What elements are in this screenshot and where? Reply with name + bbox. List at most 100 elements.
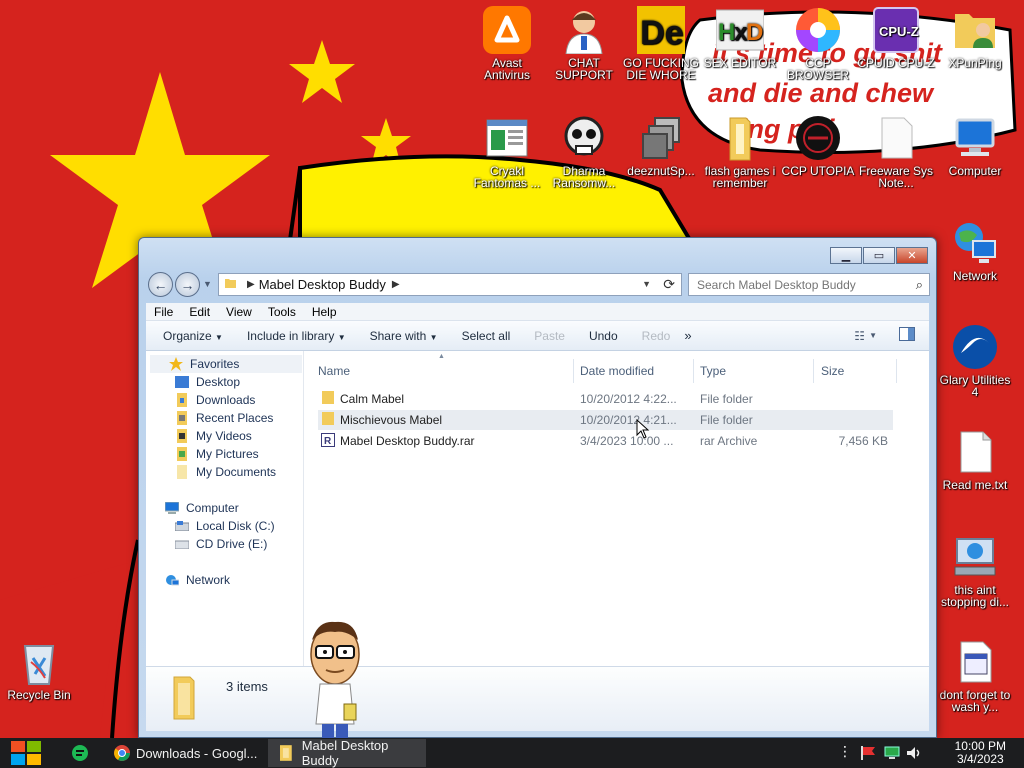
menu-view[interactable]: View [218,305,260,319]
desktop-icon-chat-support[interactable]: CHAT SUPPORT [545,6,623,81]
breadcrumb-mabel-desktop-buddy[interactable]: Mabel Desktop Buddy [259,277,386,292]
nav-desktop[interactable]: Desktop [174,373,240,391]
menu-file[interactable]: File [146,305,181,319]
action-center-flag-icon[interactable] [860,746,876,763]
column-header-type[interactable]: Type [700,359,814,383]
maximize-icon: ▭ [873,250,885,262]
desktop-icon-ccp-browser[interactable]: CCP BROWSER [779,6,857,81]
calendar-doc-icon [951,638,999,686]
column-header-name[interactable]: Name ▲ [318,353,574,383]
refresh-icon[interactable]: ⟳ [663,276,675,293]
menu-edit[interactable]: Edit [181,305,218,319]
search-input[interactable] [697,277,907,292]
search-icon[interactable]: ⌕ [916,277,923,293]
more-commands-button[interactable]: » [675,328,700,343]
skull-icon [560,114,608,162]
menu-tools[interactable]: Tools [260,305,304,319]
select-all-button[interactable]: Select all [453,329,520,343]
undo-button[interactable]: Undo [580,329,627,343]
windows-logo-icon [11,741,41,765]
desktop-icon-dharma[interactable]: Dharma Ransomw... [545,114,623,189]
recent-pages-dropdown[interactable]: ▼ [203,279,212,289]
file-list: Name ▲ Date modified Type Size Calm Mabe… [306,351,929,666]
column-header-date[interactable]: Date modified [580,359,694,383]
nav-cd-drive[interactable]: CD Drive (E:) [174,535,267,553]
desktop-icon-ccp-utopia[interactable]: CCP UTOPIA [779,114,857,177]
address-bar[interactable]: ▶ Mabel Desktop Buddy ▶ ▼ ⟳ [218,273,682,296]
desktop-icon-recycle-bin[interactable]: Recycle Bin [0,638,78,701]
text-file-icon [951,428,999,476]
desktop-icon-hex-editor[interactable]: HxD SEX EDITOR [701,6,779,69]
clock[interactable]: 10:00 PM 3/4/2023 [955,740,1006,766]
desktop-icon-avast[interactable]: Avast Antivirus [468,6,546,81]
desktop-folder-icon [174,375,190,389]
folder-icon [280,745,292,761]
nav-computer[interactable]: Computer [164,499,239,517]
desktop-icon-dont-forget[interactable]: dont forget to wash y... [936,638,1014,713]
file-row-mischievous-mabel[interactable]: Mischievous Mabel 10/20/2012 4:21... Fil… [318,410,893,430]
blank-doc-icon [872,114,920,162]
desktop-icon-flash-games[interactable]: flash games i remember [701,114,779,189]
dark-disc-icon [794,114,842,162]
include-in-library-button[interactable]: Include in library ▼ [238,329,355,343]
menu-bar: File Edit View Tools Help [146,303,929,321]
nav-favorites[interactable]: Favorites [150,355,302,373]
desktop-icon-this-aint[interactable]: this aint stopping di... [936,533,1014,608]
navigation-pane: Favorites Desktop Downloads Recent Place… [146,351,304,666]
nav-downloads[interactable]: Downloads [174,391,255,409]
file-row-mabel-rar[interactable]: R Mabel Desktop Buddy.rar 3/4/2023 10:00… [318,431,893,451]
file-row-calm-mabel[interactable]: Calm Mabel 10/20/2012 4:22... File folde… [318,389,893,409]
nav-recent-places[interactable]: Recent Places [174,409,273,427]
desktop-icon-read-me[interactable]: Read me.txt [936,428,1014,491]
menu-help[interactable]: Help [304,305,345,319]
redo-button[interactable]: Redo [633,329,680,343]
view-dropdown-icon[interactable]: ▼ [869,331,877,340]
computer-small-icon [164,501,180,515]
paste-button[interactable]: Paste [525,329,574,343]
sort-ascending-icon: ▲ [438,353,445,360]
back-arrow-icon: ← [153,276,168,293]
back-button[interactable]: ← [148,272,173,297]
maximize-button[interactable]: ▭ [863,247,895,264]
share-with-button[interactable]: Share with ▼ [361,329,447,343]
spotify-like-taskbar-icon[interactable] [72,745,88,764]
volume-tray-icon[interactable] [906,746,922,763]
search-box[interactable]: ⌕ [688,273,930,296]
desktop-icon-xpunping[interactable]: XPunPing [936,6,1014,69]
nav-network[interactable]: Network [164,571,230,589]
organize-button[interactable]: Organize ▼ [154,329,232,343]
desktop-icon-network[interactable]: Network [936,219,1014,282]
desktop-icon-freeware-sys[interactable]: Freeware Sys Note... [857,114,935,189]
column-header-size[interactable]: Size [821,359,897,383]
desktop-icon-glary[interactable]: Glary Utilities 4 [936,323,1014,398]
taskbar-chrome-downloads[interactable]: Downloads - Googl... [106,739,266,767]
desktop-buddy-character[interactable] [306,620,364,738]
folder-small-icon [225,277,237,292]
close-button[interactable]: ✕ [896,247,928,264]
nav-my-videos[interactable]: My Videos [174,427,252,445]
network-tray-icon[interactable] [884,746,900,763]
taskbar-explorer-mabel[interactable]: Mabel Desktop Buddy [268,738,426,768]
preview-pane-icon[interactable] [899,327,915,344]
start-button[interactable] [10,738,42,768]
nav-local-disk[interactable]: Local Disk (C:) [174,517,275,535]
desktop-icon-cryakl[interactable]: Cryakl Fantomas ... [468,114,546,189]
glary-icon [951,323,999,371]
recent-places-icon [174,411,190,425]
videos-folder-icon [174,429,190,443]
forward-button[interactable]: → [175,272,200,297]
nav-my-pictures[interactable]: My Pictures [174,445,259,463]
desktop-icon-deeznutsp[interactable]: deeznutSp... [622,114,700,177]
desktop-icon-cpuz[interactable]: CPU-Z CPUID CPU-Z [857,6,935,69]
desktop-icon-de-app[interactable]: De GO FUCKING DIE WHORE [622,6,700,81]
minimize-button[interactable]: ▁ [830,247,862,264]
explorer-window[interactable]: ▁ ▭ ✕ ← → ▼ ▶ Mabel Desktop Buddy ▶ ▼ ⟳ … [138,237,937,738]
window-caption-buttons: ▁ ▭ ✕ [830,247,928,264]
desktop-icon-computer[interactable]: Computer [936,114,1014,177]
overflow-menu-icon[interactable]: ⋮ [838,743,852,760]
dropdown-arrow-icon: ▼ [337,332,346,342]
breadcrumb-chevron-icon[interactable]: ▶ [392,279,400,290]
nav-my-documents[interactable]: My Documents [174,463,276,481]
address-dropdown-icon[interactable]: ▼ [642,279,651,289]
view-options-icon[interactable]: ☷ [854,329,865,343]
